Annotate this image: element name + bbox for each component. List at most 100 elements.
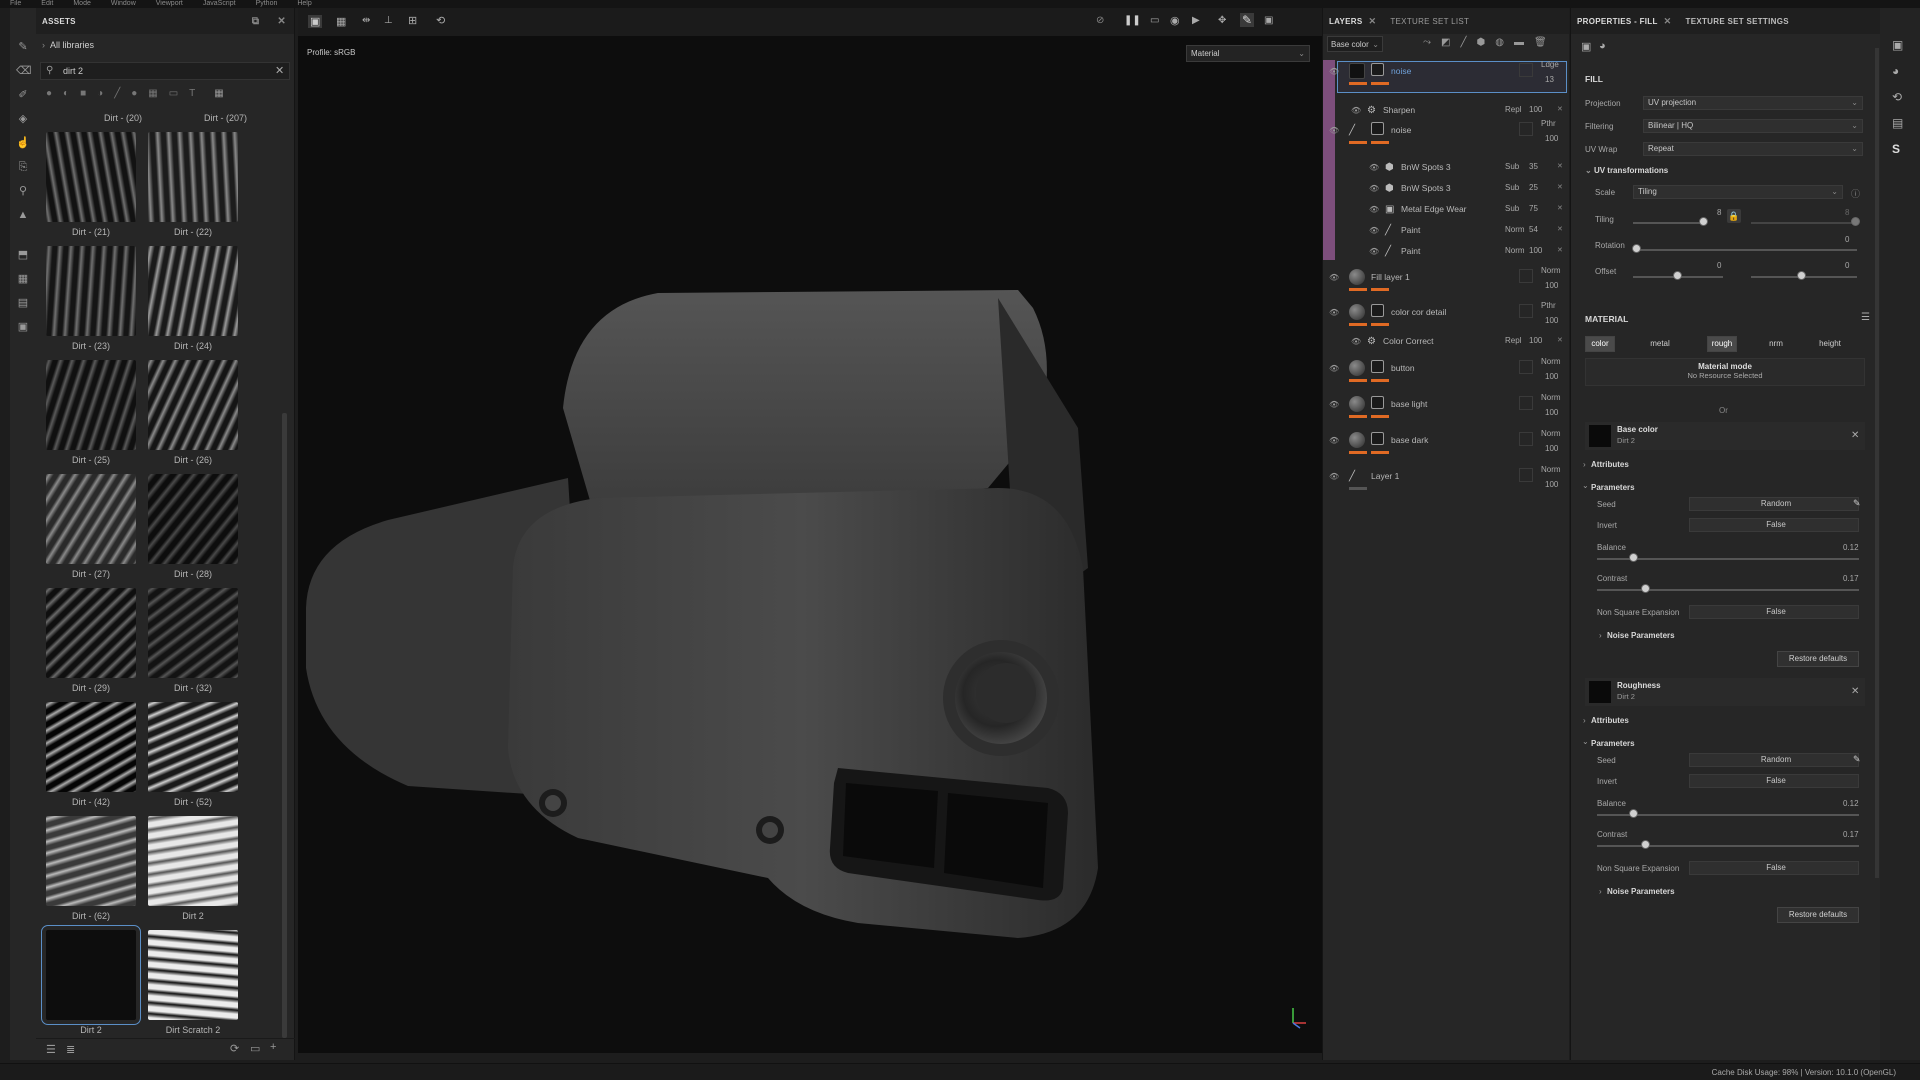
log-icon[interactable]: ▤ xyxy=(1892,116,1903,130)
attributes-header[interactable]: Attributes xyxy=(1591,716,1629,725)
export-icon[interactable]: ▣ xyxy=(16,320,30,334)
layer-opacity[interactable]: 100 xyxy=(1545,408,1558,417)
tile-view-icon[interactable]: ▦ xyxy=(336,15,346,28)
layer-name[interactable]: BnW Spots 3 xyxy=(1401,162,1451,172)
add-icon[interactable]: + xyxy=(270,1041,276,1053)
refresh-icon[interactable]: ⟳ xyxy=(230,1042,239,1055)
layer-color-box[interactable] xyxy=(1519,468,1533,482)
rotation-slider[interactable] xyxy=(1633,249,1857,251)
close-icon[interactable]: ✕ xyxy=(1851,686,1859,697)
edit-seed-icon[interactable]: ✎ xyxy=(1853,498,1861,509)
uvwrap-select[interactable]: Repeat ⌄ xyxy=(1643,142,1863,156)
hide-icon[interactable]: ⊘ xyxy=(1096,15,1104,26)
tab-texture-set-list[interactable]: TEXTURE SET LIST xyxy=(1390,17,1469,26)
contrast-slider[interactable] xyxy=(1597,845,1859,847)
menu-python[interactable]: Python xyxy=(246,0,288,8)
remove-effect-icon[interactable]: ✕ xyxy=(1557,225,1563,233)
layer-color-box[interactable] xyxy=(1519,432,1533,446)
menu-edit[interactable]: Edit xyxy=(31,0,63,8)
delete-icon[interactable]: 🗑 xyxy=(1534,37,1547,48)
rotation-knob[interactable] xyxy=(1632,244,1641,253)
layer-opacity[interactable]: 100 xyxy=(1545,444,1558,453)
channel-rough-button[interactable]: rough xyxy=(1707,336,1737,352)
blend-mode[interactable]: Norm xyxy=(1541,357,1561,366)
close-icon[interactable]: ✕ xyxy=(1851,430,1859,441)
channel-height-button[interactable]: height xyxy=(1815,336,1845,352)
channel-metal-button[interactable]: metal xyxy=(1645,336,1675,352)
blend-mode[interactable]: Sub xyxy=(1505,162,1519,171)
align-icon[interactable]: ⊥ xyxy=(384,15,393,26)
layer-name[interactable]: noise xyxy=(1391,66,1411,76)
visibility-eye-icon[interactable]: 👁 xyxy=(1329,400,1341,410)
filter-filter-icon[interactable]: ◑ xyxy=(97,88,103,102)
layer-opacity[interactable]: 75 xyxy=(1529,204,1538,213)
smudge-icon[interactable]: ☝ xyxy=(16,136,30,150)
history-icon[interactable]: ⟲ xyxy=(1892,90,1902,104)
seed-field[interactable]: Random xyxy=(1689,753,1859,767)
layer-opacity[interactable]: 100 xyxy=(1545,316,1558,325)
layer-name[interactable]: color cor detail xyxy=(1391,307,1446,317)
layer-opacity[interactable]: 13 xyxy=(1545,75,1554,84)
asset-thumbnail[interactable] xyxy=(46,816,136,906)
tab-texture-set-settings[interactable]: TEXTURE SET SETTINGS xyxy=(1686,17,1789,26)
blend-mode[interactable]: Pthr xyxy=(1541,301,1556,310)
mask-filter-icon[interactable]: ■ xyxy=(80,88,86,102)
menu-javascript[interactable]: JavaScript xyxy=(193,0,246,8)
menu-viewport[interactable]: Viewport xyxy=(146,0,193,8)
channel-select[interactable]: Base color ⌄ xyxy=(1327,36,1383,52)
layer-name[interactable]: Layer 1 xyxy=(1371,471,1399,481)
lock-icon[interactable]: 🔒 xyxy=(1727,209,1741,223)
asset-thumbnail[interactable] xyxy=(148,132,238,222)
layer-name[interactable]: BnW Spots 3 xyxy=(1401,183,1451,193)
pause-icon[interactable]: ❚❚ xyxy=(1124,15,1141,26)
layer-color-box[interactable] xyxy=(1519,360,1533,374)
breadcrumb[interactable]: › All libraries xyxy=(42,40,94,50)
close-icon[interactable]: ✕ xyxy=(1369,16,1377,27)
viewport-mode-select[interactable]: Material ⌄ xyxy=(1186,45,1310,62)
remove-effect-icon[interactable]: ✕ xyxy=(1557,336,1563,344)
add-paint-layer-icon[interactable]: ╱ xyxy=(1460,37,1466,48)
add-material-icon[interactable]: ◍ xyxy=(1495,37,1504,48)
bake-tool-icon[interactable]: ✥ xyxy=(1218,15,1226,26)
single-view-icon[interactable]: ▣ xyxy=(308,15,323,28)
library-icon[interactable]: ≣ xyxy=(66,1043,75,1056)
contrast-slider[interactable] xyxy=(1597,589,1859,591)
layer-opacity[interactable]: 100 xyxy=(1529,105,1542,114)
layer-opacity[interactable]: 100 xyxy=(1529,246,1542,255)
contrast-knob[interactable] xyxy=(1641,840,1650,849)
font-filter-icon[interactable]: T xyxy=(189,88,195,102)
layer-opacity[interactable]: 100 xyxy=(1545,134,1558,143)
projection-select[interactable]: UV projection ⌄ xyxy=(1643,96,1863,110)
environment-icon[interactable]: ◉ xyxy=(1170,14,1180,27)
close-icon[interactable]: ✕ xyxy=(1664,16,1672,27)
remove-effect-icon[interactable]: ✕ xyxy=(1557,162,1563,170)
particle-filter-icon[interactable]: ● xyxy=(131,88,137,102)
blend-mode[interactable]: Repl xyxy=(1505,336,1521,345)
mask-thumb-icon[interactable] xyxy=(1371,360,1384,373)
visibility-eye-icon[interactable]: 👁 xyxy=(1329,436,1341,446)
list-view-icon[interactable]: ☰ xyxy=(46,1043,56,1056)
asset-thumbnail[interactable] xyxy=(148,474,238,564)
visibility-eye-icon[interactable]: 👁 xyxy=(1329,273,1341,283)
asset-thumbnail[interactable] xyxy=(148,930,238,1020)
visibility-eye-icon[interactable]: 👁 xyxy=(1369,163,1381,173)
asset-thumbnail[interactable] xyxy=(148,246,238,336)
asset-thumbnail[interactable] xyxy=(46,360,136,450)
add-folder-icon[interactable]: ▬ xyxy=(1514,37,1524,48)
blend-mode[interactable]: Norm xyxy=(1505,246,1525,255)
blend-mode[interactable]: Pthr xyxy=(1541,119,1556,128)
layer-opacity[interactable]: 25 xyxy=(1529,183,1538,192)
channel-nrm-button[interactable]: nrm xyxy=(1761,336,1791,352)
asset-thumbnail[interactable] xyxy=(46,246,136,336)
layer-name[interactable]: base dark xyxy=(1391,435,1428,445)
asset-thumbnail[interactable] xyxy=(46,474,136,564)
blend-mode[interactable]: Norm xyxy=(1541,266,1561,275)
layer-opacity[interactable]: 54 xyxy=(1529,225,1538,234)
parameters-header[interactable]: Parameters xyxy=(1591,483,1635,492)
invert-field[interactable]: False xyxy=(1689,774,1859,788)
layer-color-box[interactable] xyxy=(1519,122,1533,136)
symmetry-icon[interactable]: ⇹ xyxy=(362,15,370,26)
display-icon[interactable]: ▦ xyxy=(16,272,30,286)
layer-name[interactable]: Metal Edge Wear xyxy=(1401,204,1467,214)
visibility-eye-icon[interactable]: 👁 xyxy=(1369,205,1381,215)
